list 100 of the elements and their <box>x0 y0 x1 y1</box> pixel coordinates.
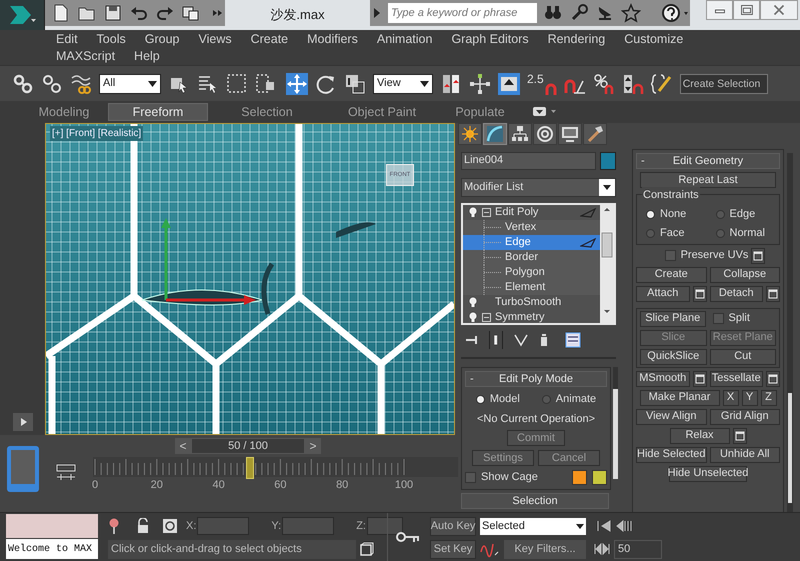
edit-named-selection-icon[interactable] <box>650 72 673 94</box>
menu-item[interactable]: Tools <box>96 30 126 48</box>
command-panel-tab[interactable] <box>483 123 507 145</box>
ribbon-tab[interactable]: Object Paint <box>326 103 438 121</box>
key-filters-button[interactable]: Key Filters... <box>504 540 586 558</box>
menu-item[interactable]: Create <box>250 30 288 48</box>
menu-item[interactable]: Group <box>144 30 180 48</box>
sub-object-item[interactable]: Polygon <box>463 265 600 280</box>
reference-coordinate-dropdown[interactable]: View <box>373 74 433 94</box>
pin-stack-icon[interactable] <box>465 333 479 347</box>
light-bulb-icon[interactable] <box>468 207 478 218</box>
settings-button[interactable] <box>766 370 780 386</box>
button[interactable]: View Align <box>636 408 706 424</box>
selection-filter-dropdown[interactable]: All <box>99 74 161 94</box>
button[interactable]: Cut <box>710 348 776 364</box>
button[interactable]: Detach <box>710 286 763 302</box>
ribbon-options-icon[interactable] <box>532 106 558 118</box>
ribbon-tab[interactable]: Freeform <box>108 103 208 121</box>
button[interactable]: MSmooth <box>636 370 690 386</box>
modifier-list-dropdown[interactable]: Modifier List <box>461 178 616 197</box>
window-crossing-icon[interactable] <box>255 72 277 94</box>
coordinate-field[interactable] <box>197 517 250 535</box>
button[interactable]: Repeat Last <box>640 172 776 188</box>
configure-sets-icon[interactable] <box>565 332 581 348</box>
settings-button[interactable] <box>732 428 746 444</box>
menu-item[interactable]: Graph Editors <box>451 30 529 48</box>
rollout-header[interactable]: - Edit Poly Mode <box>465 371 607 387</box>
make-unique-icon[interactable] <box>513 332 529 348</box>
sub-object-item[interactable]: Element <box>463 280 600 295</box>
menu-item[interactable]: Views <box>198 30 232 48</box>
button[interactable]: Relax <box>670 428 730 444</box>
minimize-icon[interactable] <box>706 0 733 20</box>
command-panel-tab[interactable] <box>508 123 532 145</box>
play-animation-icon[interactable] <box>12 413 32 431</box>
button[interactable]: Create <box>636 266 706 282</box>
coordinate-field[interactable] <box>282 517 334 535</box>
object-color-swatch[interactable] <box>600 152 616 170</box>
button[interactable]: Hide Selected <box>636 446 706 462</box>
percent-snap-icon[interactable] <box>592 72 615 94</box>
link-icon[interactable] <box>12 72 34 94</box>
menu-item[interactable]: Animation <box>376 30 432 48</box>
go-to-start-icon[interactable] <box>596 520 612 532</box>
radio-button[interactable] <box>716 210 724 219</box>
ribbon-tab[interactable]: Modeling <box>20 103 108 121</box>
cage-color-swatch[interactable] <box>592 470 607 485</box>
help-icon[interactable] <box>661 3 691 23</box>
button[interactable]: Make Planar <box>640 390 720 406</box>
rollout-header[interactable]: Selection <box>461 492 609 508</box>
key-mode-toggle-icon[interactable] <box>594 543 610 555</box>
listener-field[interactable] <box>6 514 98 538</box>
save-icon[interactable] <box>103 3 123 23</box>
use-pivot-icon[interactable] <box>440 72 462 94</box>
ribbon-tab[interactable]: Populate <box>438 103 522 121</box>
rollout-header[interactable]: - Edit Geometry <box>636 153 780 169</box>
named-selection-field[interactable]: Create Selection <box>680 74 768 94</box>
button[interactable]: X <box>722 390 738 406</box>
button[interactable]: QuickSlice <box>640 348 706 364</box>
modifier-stack-item[interactable]: Symmetry <box>463 310 600 323</box>
auto-key-button[interactable]: Auto Key <box>430 516 476 536</box>
command-panel-tab[interactable] <box>458 123 482 145</box>
button[interactable]: Grid Align <box>710 408 780 424</box>
radio-button[interactable] <box>716 229 724 238</box>
select-manipulate-icon[interactable] <box>469 72 491 94</box>
previous-frame-icon[interactable] <box>616 520 632 532</box>
radio-button[interactable] <box>476 394 485 404</box>
object-name-field[interactable]: Line004 <box>461 152 596 170</box>
menu-item[interactable]: Customize <box>624 30 684 48</box>
button[interactable]: Slice Plane <box>640 310 706 326</box>
close-icon[interactable] <box>760 0 798 20</box>
button[interactable]: Unhide All <box>710 446 780 462</box>
cage-color-swatch[interactable] <box>572 470 587 485</box>
rectangular-region-icon[interactable] <box>226 72 248 94</box>
checkbox[interactable] <box>465 472 476 483</box>
collapse-box-icon[interactable] <box>482 208 491 217</box>
modifier-stack-item[interactable]: Edit Poly <box>463 205 600 220</box>
viewport-label[interactable]: [+] [Front] [Realistic] <box>50 126 144 141</box>
command-panel-tab[interactable] <box>583 123 607 145</box>
settings-button[interactable] <box>751 248 766 264</box>
application-button[interactable] <box>0 0 45 30</box>
set-key-button[interactable]: Set Key <box>430 540 476 558</box>
expand-arrow-icon[interactable] <box>372 6 382 20</box>
light-bulb-icon[interactable] <box>468 312 478 323</box>
previous-frame-button[interactable]: < <box>175 438 191 454</box>
lock-icon[interactable] <box>136 518 150 534</box>
selection-target-icon[interactable] <box>162 518 178 534</box>
checkbox[interactable] <box>664 250 676 261</box>
settings-button[interactable] <box>692 286 706 302</box>
menu-item[interactable]: Modifiers <box>307 30 358 48</box>
checkbox[interactable] <box>712 313 724 324</box>
command-panel-tab[interactable] <box>558 123 582 145</box>
menu-item[interactable]: Edit <box>56 30 78 48</box>
show-end-result-icon[interactable] <box>489 331 503 349</box>
radio-button[interactable] <box>542 394 551 404</box>
move-icon[interactable] <box>286 72 308 94</box>
radio-button[interactable] <box>646 210 655 219</box>
keyboard-shortcut-toggle-icon[interactable] <box>498 72 520 94</box>
search-field[interactable]: Type a keyword or phrase <box>388 3 537 23</box>
menu-item[interactable]: Help <box>134 46 160 66</box>
mini-curve-editor-icon[interactable] <box>6 445 40 493</box>
collapse-toggle[interactable]: - <box>637 152 653 170</box>
